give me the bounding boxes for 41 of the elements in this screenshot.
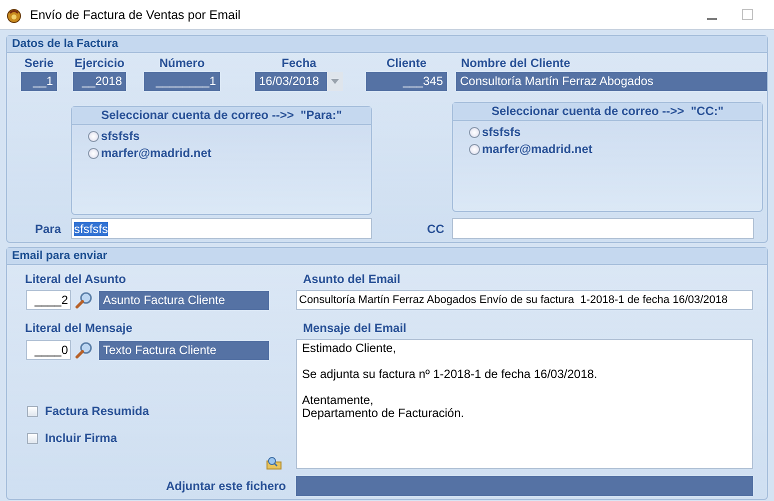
subject-literal-label: Literal del Asunto bbox=[25, 271, 127, 286]
message-literal-label: Literal del Mensaje bbox=[25, 320, 134, 335]
field-label: Ejercicio bbox=[74, 56, 125, 70]
panel-header: Seleccionar cuenta de correo -->> "Para:" bbox=[72, 107, 371, 125]
literal-name-field: Texto Factura Cliente bbox=[99, 340, 269, 360]
to-label: Para bbox=[35, 222, 62, 236]
option-checkbox[interactable]: Factura Resumida bbox=[27, 404, 290, 418]
panel-title: Datos de la Factura bbox=[7, 36, 767, 53]
account-radio[interactable]: marfer@madrid.net bbox=[469, 142, 762, 156]
message-paragraph: Atentamente, Departamento de Facturación. bbox=[302, 394, 466, 420]
date-dropdown[interactable]: 16/03/2018 bbox=[255, 72, 343, 91]
option-checkbox[interactable]: Incluir Firma bbox=[27, 431, 290, 445]
client-name-field[interactable]: Consultoría Martín Ferraz Abogados bbox=[456, 72, 767, 91]
message-paragraph: Estimado Cliente, bbox=[302, 342, 398, 355]
cc-label: CC bbox=[427, 222, 446, 236]
number-field[interactable]: __1 bbox=[21, 72, 57, 91]
code-field[interactable]: ____2 bbox=[26, 290, 71, 310]
message-field[interactable]: Estimado Cliente, Se adjunta su factura nº 1-2018-1 de fecha 16/03/2018. Atentamente, Departamento de Facturación. bbox=[296, 339, 753, 469]
field-label: Fecha bbox=[282, 56, 316, 70]
attach-label: Adjuntar este fichero bbox=[166, 479, 286, 493]
number-field[interactable]: __2018 bbox=[73, 72, 126, 91]
field-label: Cliente bbox=[386, 56, 426, 70]
code-field[interactable]: ____0 bbox=[26, 340, 71, 360]
window-title: Envío de Factura de Ventas por Email bbox=[30, 8, 241, 22]
account-radio[interactable]: sfsfsfs bbox=[88, 129, 371, 143]
account-radio[interactable]: sfsfsfs bbox=[469, 125, 762, 139]
field-label: Número bbox=[159, 56, 205, 70]
subject-label: Asunto del Email bbox=[302, 271, 402, 286]
to-field[interactable]: sfsfsfs bbox=[71, 218, 372, 239]
message-paragraph: Se adjunta su factura nº 1-2018-1 de fecha 16/03/2018. bbox=[302, 368, 598, 381]
panel-header: Seleccionar cuenta de correo -->> "CC:" bbox=[453, 103, 762, 121]
account-radio[interactable]: marfer@madrid.net bbox=[88, 146, 371, 160]
literal-name-field: Asunto Factura Cliente bbox=[99, 290, 269, 310]
field-label: Nombre del Cliente bbox=[460, 56, 570, 70]
message-label: Mensaje del Email bbox=[302, 320, 408, 335]
number-field[interactable]: ___345 bbox=[366, 72, 447, 91]
field-value: sfsfsfs bbox=[74, 222, 108, 236]
panel-title: Email para enviar bbox=[7, 248, 767, 265]
number-field[interactable]: ________1 bbox=[144, 72, 220, 91]
subject-field[interactable]: Consultoría Martín Ferraz Abogados Envío de su factura 1-2018-1 de fecha 16/03/2018 bbox=[296, 290, 753, 310]
field-label: Serie bbox=[24, 56, 54, 70]
